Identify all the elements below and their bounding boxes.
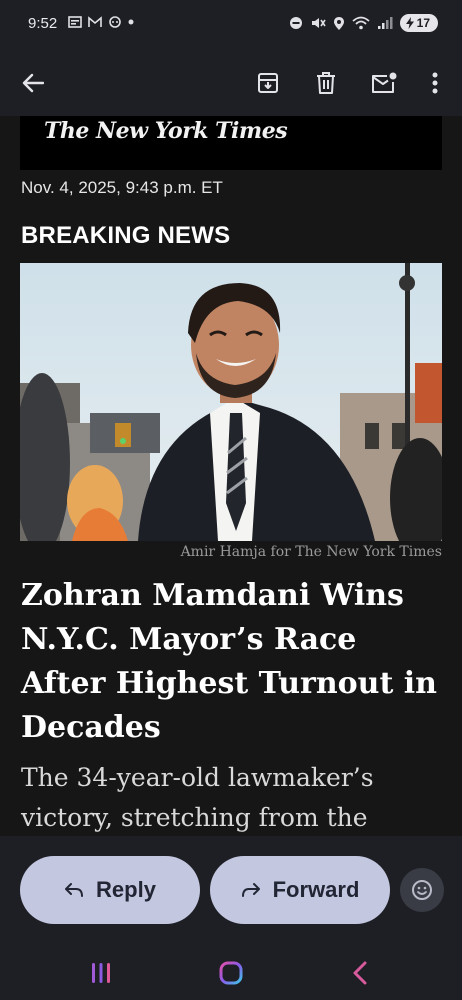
recent-apps-icon bbox=[92, 963, 110, 983]
more-options-button[interactable] bbox=[414, 62, 456, 104]
forward-icon bbox=[241, 883, 260, 897]
signal-icon bbox=[377, 17, 393, 29]
emoji-reaction-button[interactable] bbox=[400, 868, 444, 912]
archive-button[interactable] bbox=[247, 62, 289, 104]
reply-button[interactable]: Reply bbox=[20, 856, 200, 924]
reply-bar: Reply Forward bbox=[0, 836, 462, 942]
nyt-logo: The New York Times bbox=[44, 118, 288, 144]
gmail-notification-icon bbox=[88, 16, 102, 27]
wifi-icon bbox=[352, 16, 370, 30]
charging-bolt-icon bbox=[405, 17, 414, 29]
do-not-disturb-icon bbox=[289, 17, 302, 29]
system-status-icons: 17 bbox=[289, 14, 438, 32]
trash-icon bbox=[317, 72, 335, 94]
notification-icons bbox=[68, 16, 134, 28]
email-toolbar bbox=[0, 50, 462, 116]
news-photo-image bbox=[20, 263, 442, 541]
back-nav-button[interactable] bbox=[348, 960, 372, 986]
forward-label: Forward bbox=[272, 877, 360, 902]
status-bar: 9:52 17 bbox=[0, 0, 462, 50]
photo-caption: Amir Hamja for The New York Times bbox=[180, 544, 442, 560]
back-arrow-icon bbox=[22, 73, 44, 93]
news-headline[interactable]: Zohran Mamdani Wins N.Y.C. Mayor’s Race … bbox=[21, 574, 446, 750]
mute-icon bbox=[311, 18, 326, 28]
archive-icon bbox=[258, 73, 278, 93]
email-body[interactable]: The New York Times Nov. 4, 2025, 9:43 p.… bbox=[0, 116, 462, 836]
forward-button[interactable]: Forward bbox=[210, 856, 390, 924]
reply-icon bbox=[65, 883, 84, 897]
mark-unread-icon bbox=[372, 72, 397, 93]
battery-indicator: 17 bbox=[399, 14, 438, 32]
delete-button[interactable] bbox=[305, 62, 347, 104]
breaking-news-label: BREAKING NEWS bbox=[21, 222, 231, 249]
more-vertical-icon bbox=[432, 72, 438, 94]
emoji-icon bbox=[412, 880, 432, 900]
email-datetime: Nov. 4, 2025, 9:43 p.m. ET bbox=[21, 178, 223, 197]
masthead: The New York Times bbox=[20, 116, 442, 170]
news-photo[interactable] bbox=[20, 263, 442, 541]
game-notification-icon bbox=[109, 16, 121, 28]
system-navigation-bar bbox=[0, 942, 462, 1000]
more-notifications-dot-icon bbox=[128, 19, 134, 25]
home-button[interactable] bbox=[216, 960, 246, 986]
location-icon bbox=[333, 16, 344, 30]
back-button[interactable] bbox=[12, 62, 54, 104]
news-summary: The 34-year-old lawmaker’s victory, stre… bbox=[21, 763, 374, 832]
home-icon bbox=[219, 961, 243, 985]
reply-label: Reply bbox=[96, 877, 156, 902]
status-time: 9:52 bbox=[28, 15, 58, 32]
recent-apps-button[interactable] bbox=[88, 960, 114, 986]
mark-unread-button[interactable] bbox=[363, 62, 405, 104]
gallery-notification-icon bbox=[68, 16, 82, 28]
battery-level: 17 bbox=[416, 16, 430, 30]
back-chevron-icon bbox=[353, 961, 367, 985]
